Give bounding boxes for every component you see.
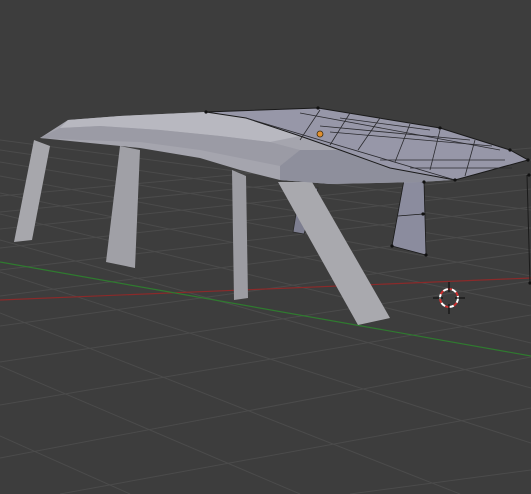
- viewport-background: [0, 0, 531, 494]
- viewport-canvas[interactable]: [0, 0, 531, 494]
- mesh-front-leg-3: [232, 170, 248, 300]
- object-origin-icon: [316, 130, 324, 138]
- 3d-viewport[interactable]: [0, 0, 531, 494]
